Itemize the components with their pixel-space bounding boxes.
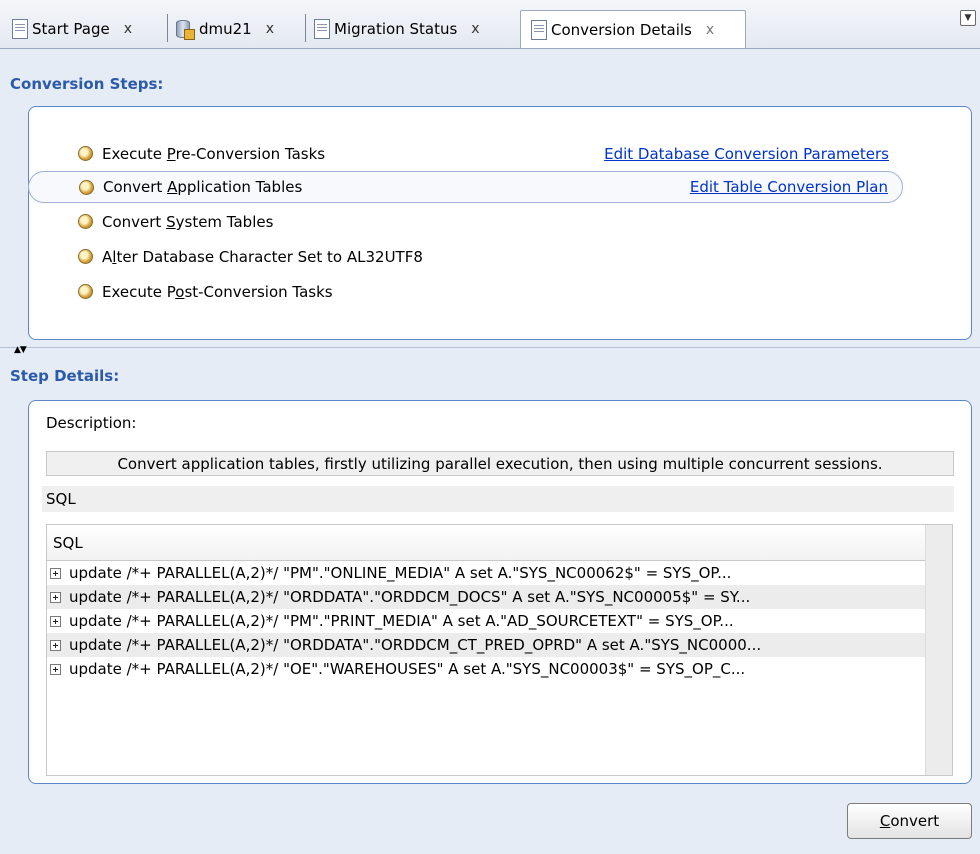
tab-start-page[interactable]: Start Page x — [0, 10, 168, 48]
sql-statement: update /*+ PARALLEL(A,2)*/ "PM"."PRINT_M… — [69, 612, 734, 630]
tab-dmu21[interactable]: dmu21 x — [168, 10, 306, 48]
close-icon[interactable]: x — [266, 21, 274, 37]
sql-column-header[interactable]: SQL — [47, 525, 927, 561]
close-icon[interactable]: x — [706, 22, 714, 38]
edit-table-conversion-plan-link[interactable]: Edit Table Conversion Plan — [690, 178, 888, 196]
sql-statement: update /*+ PARALLEL(A,2)*/ "ORDDATA"."OR… — [69, 588, 751, 606]
document-icon — [314, 19, 330, 39]
step-pre-conversion[interactable]: Execute Pre-Conversion Tasks Edit Databa… — [28, 138, 903, 170]
step-alter-character-set[interactable]: Alter Database Character Set to AL32UTF8 — [28, 241, 903, 273]
tab-label: Conversion Details — [551, 20, 692, 39]
grid-vertical-scrollbar[interactable] — [925, 525, 952, 775]
step-status-icon — [78, 214, 93, 229]
convert-label: onvert — [890, 812, 940, 830]
table-row[interactable]: update /*+ PARALLEL(A,2)*/ "PM"."PRINT_M… — [47, 609, 927, 633]
edit-database-conversion-parameters-link[interactable]: Edit Database Conversion Parameters — [604, 145, 889, 163]
splitter-collapse-arrows-icon[interactable]: ▲▼ — [14, 345, 27, 355]
step-status-icon — [79, 180, 94, 195]
expand-plus-icon[interactable] — [50, 639, 61, 651]
table-row[interactable]: update /*+ PARALLEL(A,2)*/ "PM"."ONLINE_… — [47, 561, 927, 585]
step-status-icon — [78, 146, 93, 161]
step-label: Execute Post-Conversion Tasks — [102, 283, 333, 301]
tab-label: Start Page — [32, 20, 110, 38]
sql-statement: update /*+ PARALLEL(A,2)*/ "OE"."WAREHOU… — [69, 660, 746, 678]
expand-plus-icon[interactable] — [50, 615, 61, 627]
step-label: Execute Pre-Conversion Tasks — [102, 145, 326, 163]
convert-mnemonic: C — [879, 812, 891, 830]
close-icon[interactable]: x — [124, 21, 132, 37]
editor-tab-strip: Start Page x dmu21 x Migration Status x … — [0, 0, 980, 49]
tab-conversion-details[interactable]: Conversion Details x — [520, 10, 746, 48]
step-convert-application-tables[interactable]: Convert Application Tables Edit Table Co… — [28, 171, 903, 203]
description-text: Convert application tables, firstly util… — [46, 451, 954, 476]
tab-label: Migration Status — [334, 20, 458, 38]
sql-statement: update /*+ PARALLEL(A,2)*/ "PM"."ONLINE_… — [69, 564, 732, 582]
sql-statements-grid: SQL update /*+ PARALLEL(A,2)*/ "PM"."ONL… — [46, 524, 953, 776]
expand-plus-icon[interactable] — [50, 663, 61, 675]
step-status-icon — [78, 249, 93, 264]
document-icon — [12, 19, 28, 39]
database-icon — [174, 18, 196, 40]
table-row[interactable]: update /*+ PARALLEL(A,2)*/ "OE"."WAREHOU… — [47, 657, 927, 681]
sql-section-label: SQL — [42, 486, 954, 512]
step-label: Convert System Tables — [102, 213, 274, 231]
tab-label: dmu21 — [199, 20, 252, 38]
document-icon — [531, 19, 547, 40]
step-convert-system-tables[interactable]: Convert System Tables — [28, 206, 903, 238]
convert-button[interactable]: Convert — [847, 803, 972, 839]
step-label: Convert Application Tables — [103, 178, 303, 196]
panel-splitter[interactable] — [0, 347, 980, 355]
description-label: Description: — [46, 414, 137, 432]
close-icon[interactable]: x — [471, 21, 479, 37]
step-label: Alter Database Character Set to AL32UTF8 — [102, 248, 423, 266]
tab-migration-status[interactable]: Migration Status x — [306, 10, 518, 48]
tab-list-dropdown-icon[interactable]: ▼ — [960, 10, 976, 26]
step-details-title: Step Details: — [10, 367, 120, 385]
step-status-icon — [78, 284, 93, 299]
expand-plus-icon[interactable] — [50, 591, 61, 603]
conversion-steps-title: Conversion Steps: — [10, 75, 164, 93]
expand-plus-icon[interactable] — [50, 567, 61, 579]
step-post-conversion[interactable]: Execute Post-Conversion Tasks — [28, 276, 903, 308]
sql-statement: update /*+ PARALLEL(A,2)*/ "ORDDATA"."OR… — [69, 636, 762, 654]
table-row[interactable]: update /*+ PARALLEL(A,2)*/ "ORDDATA"."OR… — [47, 633, 927, 657]
table-row[interactable]: update /*+ PARALLEL(A,2)*/ "ORDDATA"."OR… — [47, 585, 927, 609]
